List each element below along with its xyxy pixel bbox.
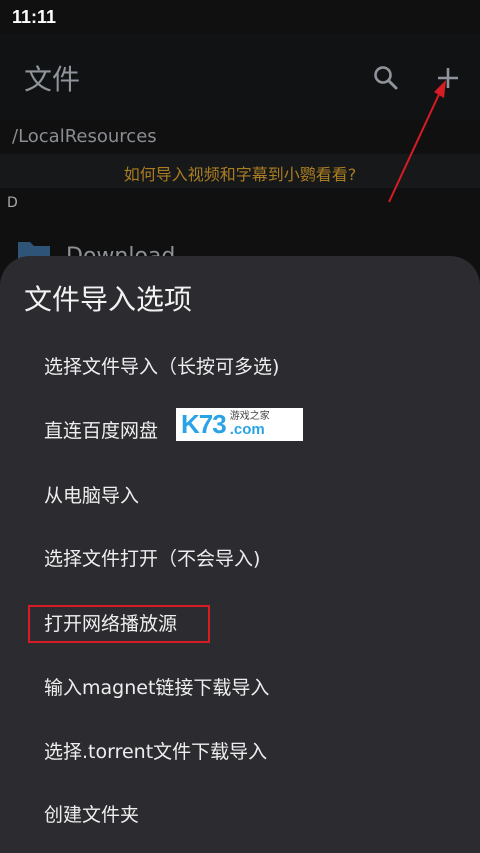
watermark-text-com: .com: [229, 421, 265, 438]
import-help-text: 如何导入视频和字幕到小鹦看看?: [123, 165, 357, 184]
status-bar: 11:11: [0, 0, 480, 34]
option-torrent-file[interactable]: 选择.torrent文件下载导入: [44, 737, 267, 764]
import-options-sheet: 文件导入选项 选择文件导入（长按可多选) 直连百度网盘 从电脑导入 选择文件打开…: [0, 256, 480, 853]
option-select-file-import[interactable]: 选择文件导入（长按可多选): [44, 352, 279, 379]
option-create-folder[interactable]: 创建文件夹: [44, 800, 139, 827]
app-bar: 文件: [0, 34, 480, 120]
watermark-logo-mark: K73: [181, 409, 227, 439]
annotation-highlight-box: [28, 605, 210, 643]
add-icon: [438, 68, 458, 88]
watermark-logo: K73 游戏之家 .com: [176, 408, 303, 441]
option-baidu-netdisk[interactable]: 直连百度网盘: [44, 416, 158, 443]
option-open-file[interactable]: 选择文件打开（不会导入): [44, 544, 260, 571]
option-magnet-link[interactable]: 输入magnet链接下载导入: [44, 673, 269, 700]
page-title: 文件: [24, 63, 81, 96]
option-import-from-computer[interactable]: 从电脑导入: [44, 481, 139, 508]
section-header: D: [7, 195, 18, 211]
import-help-link[interactable]: 如何导入视频和字幕到小鹦看看?: [0, 154, 480, 188]
current-path: /LocalResources: [12, 126, 157, 147]
search-button[interactable]: [366, 58, 406, 98]
search-icon: [374, 66, 398, 90]
sheet-title: 文件导入选项: [24, 283, 193, 316]
status-time: 11:11: [12, 7, 57, 27]
add-button[interactable]: [428, 58, 468, 98]
